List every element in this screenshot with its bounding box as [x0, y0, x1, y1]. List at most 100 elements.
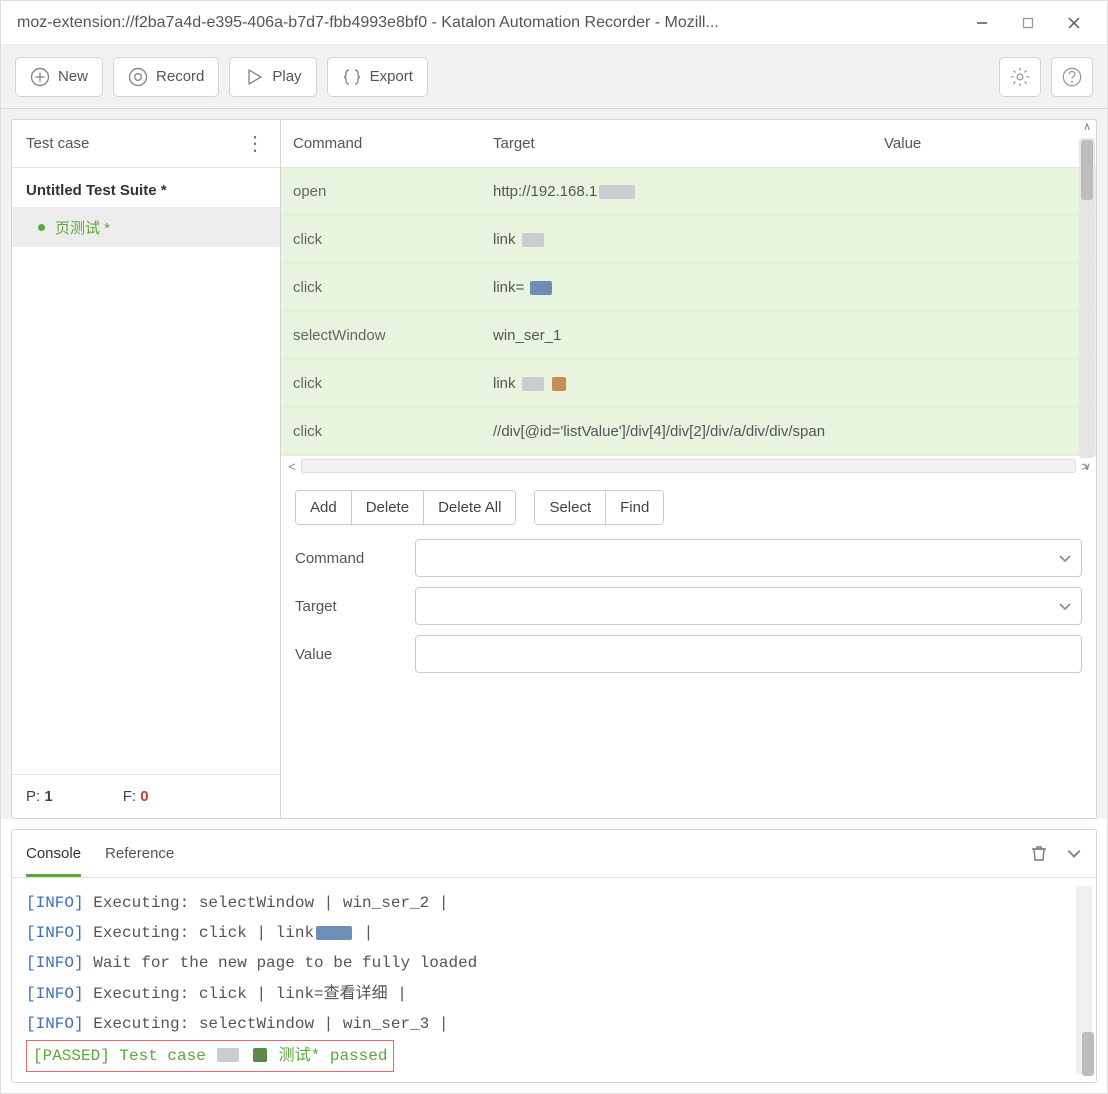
action-bar: Add Delete Delete All Select Find: [281, 476, 1096, 535]
command-form: Command Target Value: [281, 535, 1096, 687]
record-icon: [128, 67, 148, 87]
table-row[interactable]: clicklink: [281, 360, 1096, 408]
cell-command: click: [293, 423, 493, 440]
braces-icon: [342, 67, 362, 87]
minimize-button[interactable]: [959, 7, 1005, 39]
toolbar: New Record Play Export: [1, 45, 1107, 109]
tab-console[interactable]: Console: [26, 831, 81, 876]
close-icon: [1068, 17, 1080, 29]
cell-command: open: [293, 183, 493, 200]
cell-target: //div[@id='listValue']/div[4]/div[2]/div…: [493, 423, 884, 440]
chevron-down-icon[interactable]: [1058, 551, 1072, 565]
play-icon: [244, 67, 264, 87]
plus-circle-icon: [30, 67, 50, 87]
export-label: Export: [370, 68, 413, 85]
test-case-row[interactable]: 页测试 *: [12, 207, 280, 247]
maximize-button[interactable]: [1005, 7, 1051, 39]
fail-count: F: 0: [123, 788, 149, 805]
settings-button[interactable]: [999, 57, 1041, 97]
test-case-name: 页测试 *: [55, 217, 110, 238]
maximize-icon: [1022, 17, 1034, 29]
target-input[interactable]: [415, 587, 1082, 625]
chevron-down-icon[interactable]: [1058, 599, 1072, 613]
cell-command: click: [293, 375, 493, 392]
chevron-down-icon[interactable]: [1066, 845, 1082, 861]
locate-group: Select Find: [534, 490, 664, 525]
bottom-panel: Console Reference [INFO] Executing: sele…: [11, 829, 1097, 1083]
value-input[interactable]: [415, 635, 1082, 673]
console-log: [INFO] Executing: selectWindow | win_ser…: [12, 878, 1096, 1082]
header-command: Command: [293, 135, 493, 152]
tab-reference[interactable]: Reference: [105, 831, 174, 876]
cell-command: selectWindow: [293, 327, 493, 344]
select-button[interactable]: Select: [535, 491, 606, 524]
delete-all-button[interactable]: Delete All: [424, 491, 515, 524]
command-label: Command: [295, 550, 415, 567]
cell-target: link: [493, 375, 884, 392]
titlebar: moz-extension://f2ba7a4d-e395-406a-b7d7-…: [1, 1, 1107, 45]
add-button[interactable]: Add: [296, 491, 352, 524]
cell-command: click: [293, 231, 493, 248]
command-table: Command Target Value openhttp://192.168.…: [281, 120, 1096, 476]
test-case-list: [12, 247, 280, 774]
find-button[interactable]: Find: [606, 491, 663, 524]
log-tag: [INFO]: [26, 924, 84, 942]
play-label: Play: [272, 68, 301, 85]
trash-icon[interactable]: [1030, 844, 1048, 862]
kebab-menu-icon[interactable]: ⋮: [245, 131, 266, 156]
delete-button[interactable]: Delete: [352, 491, 424, 524]
status-dot-icon: [38, 224, 45, 231]
horizontal-scrollbar[interactable]: < >: [281, 456, 1096, 476]
new-button[interactable]: New: [15, 57, 103, 97]
table-row[interactable]: click//div[@id='listValue']/div[4]/div[2…: [281, 408, 1096, 456]
table-row[interactable]: openhttp://192.168.1: [281, 168, 1096, 216]
test-suite-name[interactable]: Untitled Test Suite *: [12, 168, 280, 207]
scroll-vtrack[interactable]: [1079, 138, 1095, 458]
export-button[interactable]: Export: [327, 57, 428, 97]
command-input[interactable]: [415, 539, 1082, 577]
test-case-pane: Test case ⋮ Untitled Test Suite * 页测试 * …: [11, 119, 281, 819]
test-case-header: Test case ⋮: [12, 120, 280, 168]
test-case-title: Test case: [26, 135, 245, 152]
cell-target: win_ser_1: [493, 327, 884, 344]
cell-command: click: [293, 279, 493, 296]
commands-pane: Command Target Value openhttp://192.168.…: [281, 119, 1097, 819]
value-label: Value: [295, 646, 415, 663]
target-label: Target: [295, 598, 415, 615]
cell-target: link: [493, 231, 884, 248]
vertical-scrollbar[interactable]: ∧ ∨: [1078, 120, 1096, 476]
log-tag: [INFO]: [26, 1015, 84, 1033]
scroll-thumb[interactable]: [1081, 140, 1093, 200]
app-window: moz-extension://f2ba7a4d-e395-406a-b7d7-…: [0, 0, 1108, 1094]
minimize-icon: [976, 17, 988, 29]
main-area: Test case ⋮ Untitled Test Suite * 页测试 * …: [1, 109, 1107, 819]
scroll-up-icon[interactable]: ∧: [1083, 120, 1091, 136]
log-scroll-thumb[interactable]: [1082, 1032, 1094, 1076]
window-title: moz-extension://f2ba7a4d-e395-406a-b7d7-…: [17, 14, 959, 32]
scroll-track[interactable]: [301, 459, 1076, 473]
help-button[interactable]: [1051, 57, 1093, 97]
scroll-down-icon[interactable]: ∨: [1083, 460, 1091, 476]
edit-group: Add Delete Delete All: [295, 490, 516, 525]
table-row[interactable]: selectWindowwin_ser_1: [281, 312, 1096, 360]
log-tag: [INFO]: [26, 985, 84, 1003]
log-passed-line: [PASSED] Test case 测试* passed: [26, 1040, 1082, 1072]
scroll-left-icon[interactable]: <: [283, 459, 301, 474]
log-tag: [INFO]: [26, 894, 84, 912]
test-case-footer: P: 1 F: 0: [12, 774, 280, 818]
record-button[interactable]: Record: [113, 57, 219, 97]
log-line: [INFO] Executing: click | link |: [26, 918, 1082, 948]
new-label: New: [58, 68, 88, 85]
cell-target: http://192.168.1: [493, 183, 884, 200]
log-line: [INFO] Executing: click | link=查看详细 |: [26, 979, 1082, 1009]
play-button[interactable]: Play: [229, 57, 316, 97]
record-label: Record: [156, 68, 204, 85]
header-value: Value: [884, 135, 1084, 152]
table-row[interactable]: clicklink=: [281, 264, 1096, 312]
help-icon: [1061, 66, 1083, 88]
log-line: [INFO] Executing: selectWindow | win_ser…: [26, 888, 1082, 918]
table-row[interactable]: clicklink: [281, 216, 1096, 264]
header-target: Target: [493, 135, 884, 152]
command-table-body: openhttp://192.168.1clicklink clicklink=…: [281, 168, 1096, 456]
close-button[interactable]: [1051, 7, 1097, 39]
